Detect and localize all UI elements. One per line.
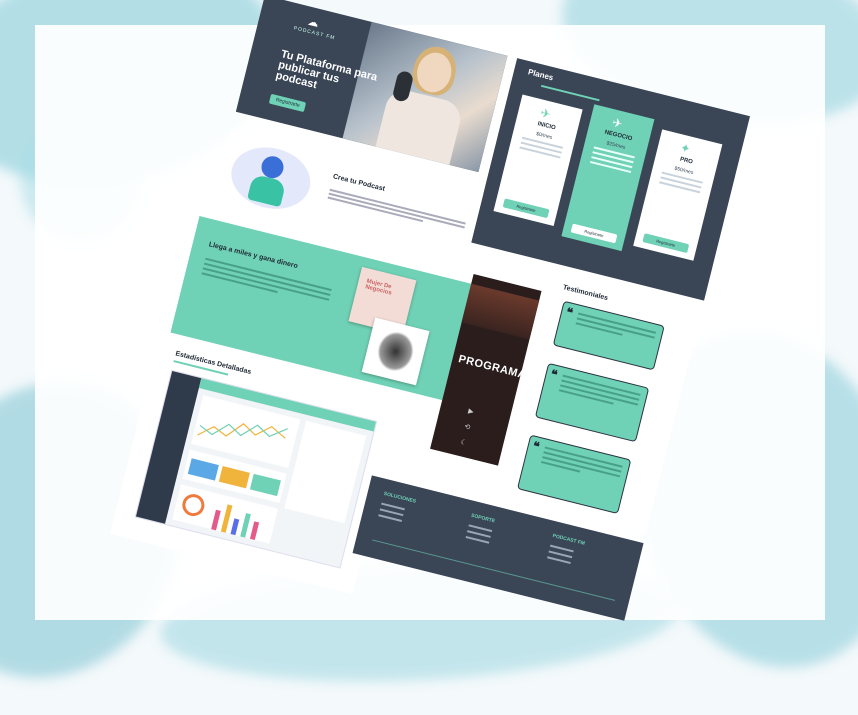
create-text-lines [327,187,466,234]
quote-icon: ❝ [549,366,559,383]
plans-heading: Planes [527,67,555,83]
register-button[interactable]: Registrarte [268,93,307,113]
quote-icon: ❝ [531,438,541,454]
cloud-logo-icon: ☁ [306,15,320,30]
footer-column-title: PODCAST FM [551,533,586,547]
plans-underline [540,84,600,102]
play-icon: ▶ [467,407,475,417]
app-header-image [461,283,540,340]
app-title: PROGRAMAR [457,353,536,384]
plan-register-button[interactable]: Registrarte [642,233,690,254]
airplane-icon: ✈ [610,115,624,132]
cover-graphic [373,327,418,376]
podcast-cover-image [361,317,430,386]
share-icon: ⟲ [463,423,471,432]
plan-register-button[interactable]: Registrarte [502,198,550,219]
quote-icon: ❝ [564,304,575,320]
cover-title: Mujer De Negocios [364,278,393,297]
plan-register-button[interactable]: Registrarte [570,223,618,244]
paper-plane-icon: ✈ [539,105,553,122]
testimonials-heading: Testimoniales [562,284,609,303]
footer-divider [372,539,615,601]
testimonial-card: ❝ [534,362,650,443]
moon-icon: ☾ [459,438,468,448]
footer-column-title: SOLUCIONES [383,490,417,505]
testimonial-card: ❝ [552,300,665,371]
dashboard-preview [134,369,378,569]
list-panel [284,420,367,524]
rocket-icon: ✦ [678,140,692,157]
footer-column-title: SOPORTE [470,512,496,525]
testimonial-card: ❝ [516,434,632,515]
